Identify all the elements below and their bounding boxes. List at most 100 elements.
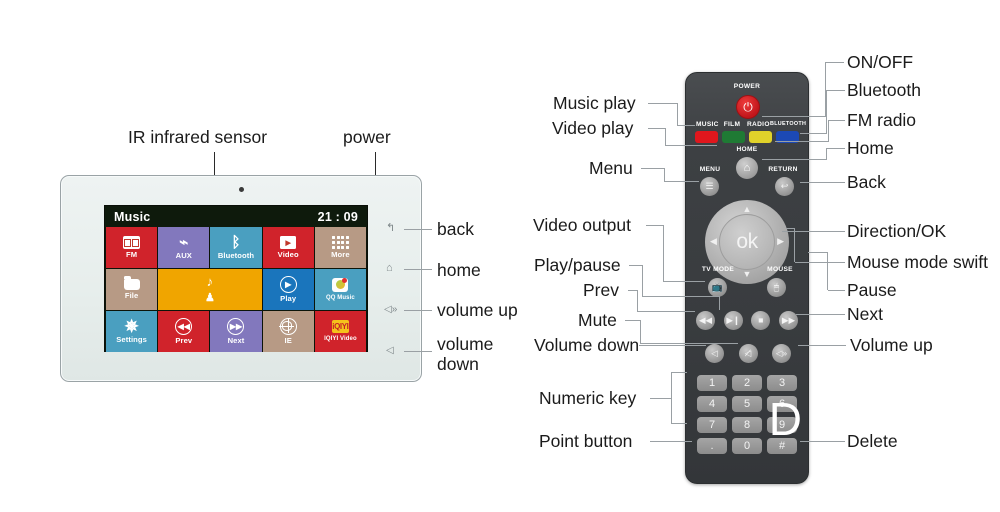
arrow-right-icon[interactable]: ▶: [777, 237, 784, 246]
film-color-button[interactable]: [722, 131, 745, 143]
play-pause-button[interactable]: ▶❙: [723, 311, 743, 330]
tile-ie[interactable]: IE: [262, 311, 314, 352]
leader-mouse-mode-a: [795, 262, 845, 264]
leader-next: [796, 314, 845, 316]
leader-video-output-a: [646, 225, 664, 227]
home-icon[interactable]: ⌂: [386, 263, 393, 274]
tile-label: AUX: [175, 251, 192, 260]
leader-home-remote-c: [762, 159, 826, 161]
arrow-up-icon[interactable]: ▲: [743, 205, 752, 214]
music-color-button[interactable]: [695, 131, 718, 143]
key-8[interactable]: 8: [732, 417, 762, 433]
tv-mode-button[interactable]: 📺: [708, 278, 727, 297]
leader-video-play-b: [665, 128, 667, 146]
ir-sensor-dot: [238, 187, 244, 192]
callout-home: home: [437, 260, 481, 280]
key-2[interactable]: 2: [732, 375, 762, 391]
menu-printed-label: MENU: [699, 166, 721, 173]
key-1[interactable]: 1: [697, 375, 727, 391]
return-button[interactable]: ↩: [775, 177, 794, 196]
leader-mouse-mode-c: [786, 228, 795, 230]
music-note-icon: ♪: [206, 273, 214, 289]
leader-direction-ok: [782, 231, 845, 233]
tile-aux[interactable]: ⌁ AUX: [158, 227, 210, 268]
status-bar: Music 21 : 09: [105, 206, 367, 227]
media-button-row: ◀◀ ▶❙ ■ ▶▶: [696, 311, 798, 330]
callout-on-off: ON/OFF: [847, 52, 914, 72]
home-button[interactable]: ⌂: [736, 157, 758, 179]
tile-next[interactable]: ▶▶ Next: [210, 311, 262, 352]
tile-more[interactable]: More: [314, 227, 366, 268]
globe-icon: [279, 317, 297, 335]
key-7[interactable]: 7: [697, 417, 727, 433]
volume-button-row: ◁ ◁̸ ◁»: [705, 344, 791, 363]
mouse-button[interactable]: 🖱: [767, 278, 786, 297]
key-point[interactable]: .: [697, 438, 727, 454]
tile-play[interactable]: ▶ Play: [262, 269, 314, 310]
tile-label: Settings: [116, 335, 147, 344]
arrow-left-icon[interactable]: ◀: [710, 237, 717, 246]
pause-stop-button[interactable]: ■: [751, 311, 771, 330]
ok-button[interactable]: ok: [719, 214, 775, 270]
callout-pause: Pause: [847, 280, 897, 300]
mute-button[interactable]: ◁̸: [738, 344, 758, 363]
status-title: Music: [114, 209, 151, 224]
remote-control: POWER ⏻ MUSIC FILM RADIO BLUETOOTH HOME …: [685, 72, 809, 484]
leader-video-play-a: [648, 128, 666, 130]
tile-label: IQIYI Video: [324, 336, 357, 342]
tile-prev[interactable]: ◀◀ Prev: [158, 311, 210, 352]
back-icon[interactable]: ↰: [386, 223, 395, 234]
tile-label: Prev: [175, 336, 193, 345]
menu-button[interactable]: ☰: [700, 177, 719, 196]
prev-button[interactable]: ◀◀: [696, 311, 715, 330]
tile-label: Bluetooth: [217, 251, 255, 260]
key-5[interactable]: 5: [732, 396, 762, 412]
callout-power: power: [343, 127, 391, 147]
leader-fm-radio-c: [775, 141, 828, 143]
key-3[interactable]: 3: [767, 375, 797, 391]
diagram-canvas: IR infrared sensor power Music 21 : 09 F…: [0, 0, 1000, 512]
aux-cable-icon: ⌁: [179, 234, 189, 251]
fm-radio-icon: [123, 236, 141, 249]
tile-iqiyi-video[interactable]: iQIYI IQIYI Video: [314, 311, 366, 352]
volume-down-icon[interactable]: ◁: [386, 345, 394, 356]
callout-direction-ok: Direction/OK: [847, 221, 947, 241]
tile-label: File: [124, 291, 139, 300]
leader-fm-radio-a: [829, 120, 845, 122]
leader-bluetooth-c: [800, 133, 826, 135]
leader-video-output-c: [663, 281, 705, 283]
callout-fm-radio: FM radio: [847, 110, 917, 130]
power-button[interactable]: ⏻: [736, 95, 760, 119]
play-icon: ▶: [279, 276, 297, 293]
tile-settings[interactable]: ✵ Settings: [106, 311, 158, 352]
leader-music-play-c: [677, 125, 695, 127]
radio-printed-label: RADIO: [747, 121, 770, 128]
radio-color-button[interactable]: [749, 131, 772, 143]
tile-video[interactable]: ▶ Video: [262, 227, 314, 268]
volume-up-icon[interactable]: ◁»: [384, 304, 397, 315]
leader-volume-down-remote: [639, 345, 706, 347]
tile-now-playing[interactable]: ♪ ♟: [158, 269, 262, 310]
key-0[interactable]: 0: [732, 438, 762, 454]
key-4[interactable]: 4: [697, 396, 727, 412]
tile-bluetooth[interactable]: ᛒ Bluetooth: [210, 227, 262, 268]
leader-prev-b: [637, 290, 639, 312]
leader-pause-a: [828, 290, 845, 292]
callout-ir-sensor: IR infrared sensor: [128, 127, 268, 147]
volume-up-button[interactable]: ◁»: [772, 344, 791, 363]
tile-qq-music[interactable]: QQ Music: [314, 269, 366, 310]
leader-home: [404, 269, 432, 271]
app-tile-grid: FM ⌁ AUX ᛒ Bluetooth ▶ Video More File ♪…: [105, 227, 367, 353]
leader-play-pause-c: [642, 296, 720, 298]
bluetooth-printed-label: BLUETOOTH: [770, 121, 807, 127]
more-dots-icon: [332, 236, 349, 249]
leader-home-remote-a: [827, 148, 845, 150]
leader-menu-b: [664, 168, 666, 182]
mouse-printed-label: MOUSE: [767, 266, 793, 273]
tile-fm[interactable]: FM: [106, 227, 158, 268]
leader-numeric-key-b: [671, 372, 673, 424]
volume-down-button[interactable]: ◁: [705, 344, 724, 363]
tile-file[interactable]: File: [106, 269, 158, 310]
tile-label: Play: [280, 294, 297, 303]
tv-mode-printed-label: TV MODE: [701, 266, 735, 273]
